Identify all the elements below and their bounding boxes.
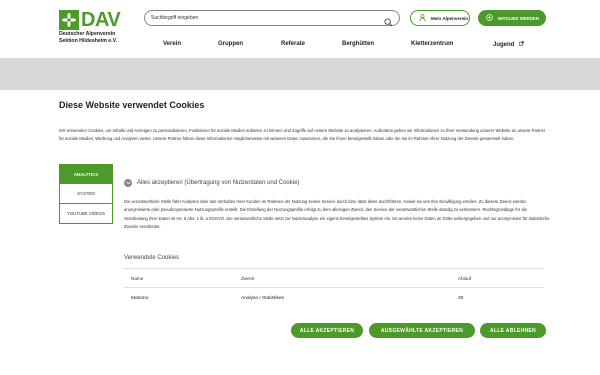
mein-alpenverein-button[interactable]: Mein Alpenverein bbox=[410, 10, 470, 26]
tab-system[interactable]: SYSTEM bbox=[59, 184, 113, 204]
search-icon[interactable] bbox=[384, 14, 393, 32]
user-plus-icon bbox=[486, 14, 493, 22]
nav-item-verein[interactable]: Verein bbox=[163, 41, 181, 47]
cookie-category-tabs: ANALYTICS SYSTEM YOUTUBE VIDEOS bbox=[59, 164, 113, 224]
table-header-row: Name Zweck Ablauf bbox=[124, 268, 544, 288]
cookie-dialog: Diese Website verwendet Cookies Wir verw… bbox=[0, 90, 600, 375]
cookies-table: Name Zweck Ablauf Matomo Analyse / Stati… bbox=[124, 268, 544, 308]
edelweiss-icon bbox=[59, 10, 79, 30]
nav-item-referate[interactable]: Referate bbox=[281, 41, 305, 47]
nav-item-jugend[interactable]: Jugend bbox=[493, 41, 524, 48]
accordion-text: Die verantwortliche Stelle führt Analyse… bbox=[124, 199, 550, 229]
nav-item-kletterzentrum[interactable]: Kletterzentrum bbox=[411, 41, 453, 47]
cookie-dialog-title: Diese Website verwendet Cookies bbox=[59, 100, 205, 110]
column-header-zweck: Zweck bbox=[241, 275, 255, 281]
nav-item-jugend-label: Jugend bbox=[493, 42, 515, 48]
used-cookies-title: Verwendete Cookies bbox=[124, 255, 180, 261]
external-link-icon bbox=[519, 41, 524, 48]
tab-youtube-videos[interactable]: YOUTUBE VIDEOS bbox=[59, 204, 113, 224]
user-icon bbox=[419, 14, 426, 22]
chevron-down-icon bbox=[124, 179, 132, 187]
cell-name: Matomo bbox=[131, 295, 149, 301]
main-nav: Verein Gruppen Referate Berghütten Klett… bbox=[0, 41, 600, 53]
cookie-dialog-intro: Wir verwenden Cookies, um Inhalte und An… bbox=[59, 128, 546, 142]
mein-alpenverein-label: Mein Alpenverein bbox=[431, 15, 469, 21]
cell-zweck: Analyse / Statistiken bbox=[241, 295, 285, 301]
accept-selected-button[interactable]: AUSGEWÄHLTE AKZEPTIEREN bbox=[369, 323, 475, 338]
cookie-button-row: ALLE AKZEPTIEREN AUSGEWÄHLTE AKZEPTIEREN… bbox=[0, 323, 600, 339]
tab-analytics[interactable]: ANALYTICS bbox=[59, 164, 113, 184]
logo-wordmark: DAV bbox=[81, 9, 121, 31]
site-header: DAV Deutscher Alpenverein Sektion Hildes… bbox=[0, 0, 600, 58]
dimmed-page-band bbox=[0, 58, 600, 90]
column-header-ablauf: Ablauf bbox=[458, 275, 472, 281]
column-header-name: Name bbox=[131, 275, 144, 281]
accordion-header[interactable]: Alles akzeptieren (Übertragung von Nutze… bbox=[124, 179, 299, 187]
mitglied-werden-label: MITGLIED WERDEN bbox=[498, 15, 539, 21]
search-input[interactable] bbox=[151, 15, 371, 21]
mitglied-werden-button[interactable]: MITGLIED WERDEN bbox=[478, 10, 546, 26]
nav-item-gruppen[interactable]: Gruppen bbox=[218, 41, 243, 47]
reject-all-button[interactable]: ALLE ABLEHNEN bbox=[480, 323, 546, 338]
cell-ablauf: 30 bbox=[458, 295, 464, 301]
nav-item-berghuetten[interactable]: Berghütten bbox=[342, 41, 374, 47]
table-row: Matomo Analyse / Statistiken 30 bbox=[124, 288, 544, 308]
accordion-title: Alles akzeptieren (Übertragung von Nutze… bbox=[137, 180, 300, 186]
accept-all-button[interactable]: ALLE AKZEPTIEREN bbox=[291, 323, 363, 338]
search-box[interactable] bbox=[144, 10, 400, 27]
